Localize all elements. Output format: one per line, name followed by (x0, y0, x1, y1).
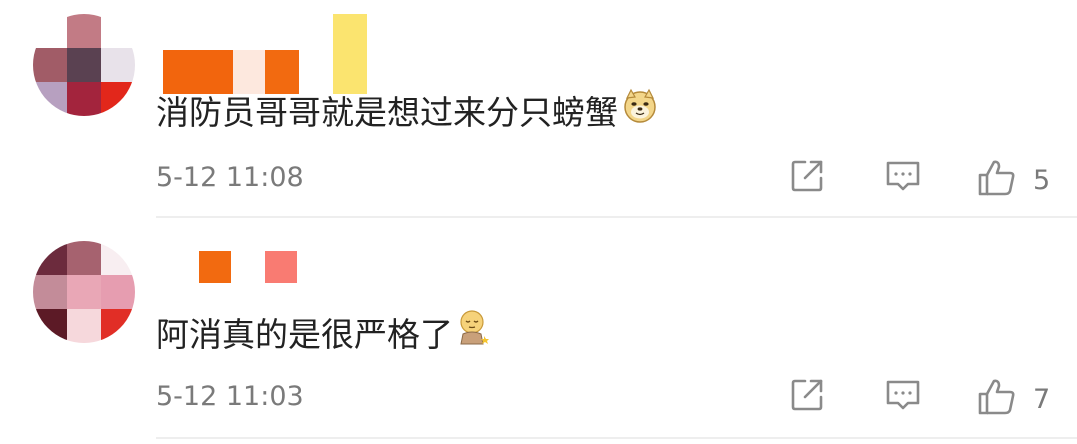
avatar-pixel (67, 275, 101, 309)
avatar-pixel (33, 275, 67, 309)
avatar-pixel (101, 82, 135, 116)
username-pixel (333, 14, 367, 94)
avatar-pixel (101, 14, 135, 48)
thumbs-up-icon (977, 377, 1017, 421)
comment-text: 阿消真的是很严格了 (156, 308, 491, 356)
like-count: 7 (1033, 383, 1051, 415)
avatar-pixel (33, 241, 67, 275)
divider (156, 437, 1077, 439)
comment-icon (884, 158, 922, 198)
avatar-pixel (33, 48, 67, 82)
comment-text: 消防员哥哥就是想过来分只螃蟹 (156, 86, 658, 134)
divider (156, 216, 1077, 218)
username-blurred[interactable] (163, 245, 303, 283)
share-icon (789, 158, 825, 198)
avatar-pixel (67, 48, 101, 82)
avatar-pixel (67, 309, 101, 343)
avatar-pixel (101, 48, 135, 82)
avatar[interactable] (33, 14, 135, 116)
thumbs-up-icon (977, 158, 1017, 202)
comment-time: 5-12 11:08 (156, 162, 304, 193)
share-icon (789, 377, 825, 417)
comment-text-content: 阿消真的是很严格了 (156, 315, 453, 354)
doge-icon (622, 88, 658, 132)
avatar-pixel (33, 309, 67, 343)
share-button[interactable] (789, 158, 825, 198)
avatar-pixel (101, 275, 135, 309)
avatar-pixel (101, 309, 135, 343)
comment-icon (884, 377, 922, 417)
doze-icon (457, 308, 491, 356)
reply-button[interactable] (884, 158, 922, 198)
avatar-pixel (67, 14, 101, 48)
like-button[interactable]: 7 (977, 377, 1050, 421)
username-pixel (199, 251, 231, 283)
username-pixel (265, 251, 297, 283)
avatar-pixel (33, 82, 67, 116)
avatar-pixel (33, 14, 67, 48)
avatar-pixel (67, 82, 101, 116)
reply-button[interactable] (884, 377, 922, 417)
comment-time: 5-12 11:03 (156, 381, 304, 412)
avatar-pixel (101, 241, 135, 275)
comment-item: 阿消真的是很严格了 5-12 11:03 7 (0, 219, 1077, 441)
comment-text-content: 消防员哥哥就是想过来分只螃蟹 (156, 93, 618, 132)
username-blurred[interactable] (163, 14, 373, 94)
like-count: 5 (1033, 164, 1051, 196)
avatar-pixel (67, 241, 101, 275)
avatar[interactable] (33, 241, 135, 343)
share-button[interactable] (789, 377, 825, 417)
comment-item: 消防员哥哥就是想过来分只螃蟹 5-12 11:08 5 (0, 0, 1077, 219)
like-button[interactable]: 5 (977, 158, 1050, 202)
